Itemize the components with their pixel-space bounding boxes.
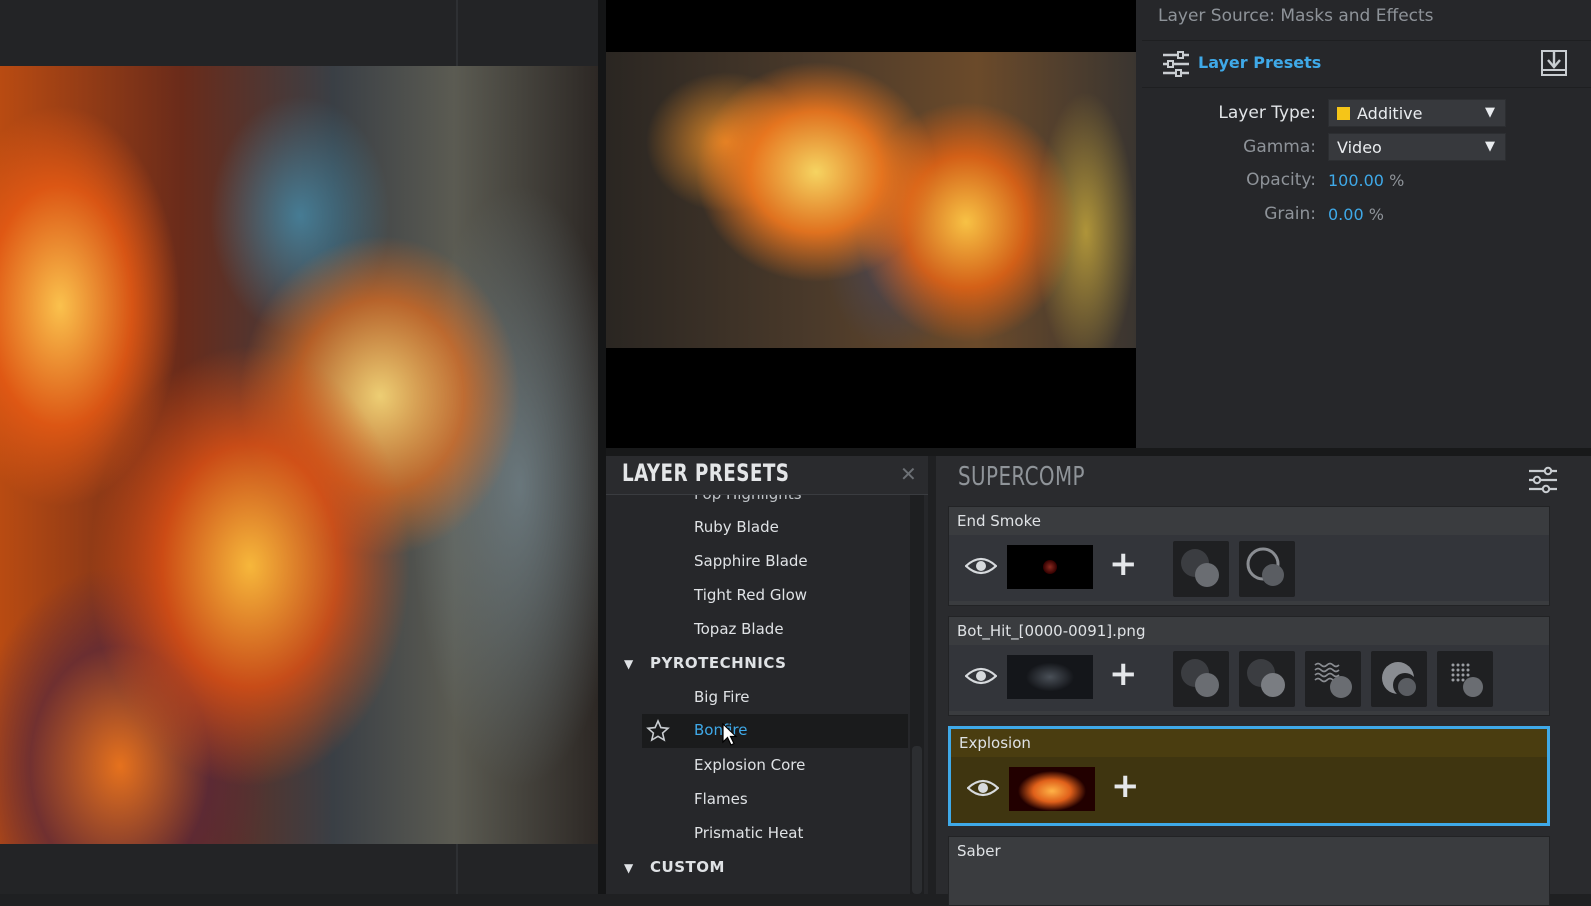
add-effect-button[interactable]: + xyxy=(1109,547,1138,581)
layer-type-value: Additive xyxy=(1357,104,1423,123)
layer-properties-panel: Layer Source: Masks and Effects Layer Pr… xyxy=(1136,0,1591,456)
layer-presets-link[interactable]: Layer Presets xyxy=(1198,53,1321,72)
sliders-icon[interactable] xyxy=(1162,51,1190,77)
comp-image-explosion xyxy=(606,52,1136,348)
layer-end-smoke[interactable]: End Smoke + xyxy=(948,506,1550,606)
list-item[interactable]: Ruby Blade xyxy=(694,518,779,536)
eye-visibility-icon[interactable] xyxy=(965,665,997,687)
grain-field[interactable]: 0.00 % xyxy=(1328,205,1384,224)
category-label: PYROTECHNICS xyxy=(650,654,787,672)
add-effect-button[interactable]: + xyxy=(1109,657,1138,691)
layer-name: Bot_Hit_[0000-0091].png xyxy=(957,622,1146,640)
horizontal-splitter[interactable] xyxy=(606,448,1591,456)
layer-type-color-swatch xyxy=(1337,107,1350,120)
effect-slot[interactable] xyxy=(1305,651,1361,707)
list-item[interactable]: Tight Red Glow xyxy=(694,586,807,604)
source-image-explosion xyxy=(0,66,606,844)
layer-name: Explosion xyxy=(959,734,1031,752)
layer-bot-hit[interactable]: Bot_Hit_[0000-0091].png + xyxy=(948,616,1550,716)
gamma-value: Video xyxy=(1337,138,1382,157)
layer-thumbnail[interactable] xyxy=(1007,655,1093,699)
list-item[interactable]: Big Fire xyxy=(694,688,750,706)
list-item[interactable]: Sapphire Blade xyxy=(694,552,808,570)
selected-item-label[interactable]: Bonfire xyxy=(694,721,748,739)
opacity-value[interactable]: 100.00 xyxy=(1328,171,1384,190)
blend-circles-icon xyxy=(1181,659,1219,697)
selected-list-row[interactable]: Bonfire xyxy=(642,714,908,748)
opacity-label: Opacity: xyxy=(1246,170,1316,190)
scrollbar-thumb[interactable] xyxy=(912,746,922,894)
grain-unit: % xyxy=(1368,205,1384,224)
source-viewer xyxy=(0,0,606,894)
collapse-triangle-icon[interactable]: ▼ xyxy=(624,861,642,875)
panel-title: SUPERCOMP xyxy=(958,462,1085,492)
dot-grid-icon xyxy=(1451,663,1483,697)
list-item[interactable]: Explosion Core xyxy=(694,756,805,774)
save-preset-icon[interactable] xyxy=(1540,49,1568,77)
layer-presets-panel: LAYER PRESETS ✕ Pop Highlights Ruby Blad… xyxy=(606,456,928,894)
category-custom[interactable]: ▼ CUSTOM xyxy=(624,858,725,876)
panel-title: Layer Source: Masks and Effects xyxy=(1158,6,1434,26)
viewer-divider xyxy=(456,0,458,66)
layer-presets-header: Layer Presets xyxy=(1142,40,1591,88)
layer-thumbnail[interactable] xyxy=(1007,545,1093,589)
opacity-field[interactable]: 100.00 % xyxy=(1328,171,1404,190)
list-item[interactable]: Pop Highlights xyxy=(694,495,802,503)
layer-saber[interactable]: Saber xyxy=(948,836,1550,906)
category-pyrotechnics[interactable]: ▼ PYROTECHNICS xyxy=(624,654,786,672)
layer-body: + xyxy=(949,535,1549,601)
effect-slot[interactable] xyxy=(1239,651,1295,707)
layer-name: End Smoke xyxy=(957,512,1041,530)
supercomp-panel: SUPERCOMP End Smoke + Bot_Hit_[0000-0091… xyxy=(936,456,1591,906)
layer-presets-header-bar: LAYER PRESETS ✕ xyxy=(606,456,928,495)
add-effect-button[interactable]: + xyxy=(1111,769,1140,803)
comp-viewer xyxy=(606,0,1136,456)
effect-slot[interactable] xyxy=(1371,651,1427,707)
list-item[interactable]: Prismatic Heat xyxy=(694,824,803,842)
ring-circles-icon xyxy=(1246,547,1284,586)
gamma-dropdown[interactable]: Video ▼ xyxy=(1328,133,1506,161)
viewer-top-bar xyxy=(0,0,606,66)
wave-texture-icon xyxy=(1314,662,1352,698)
effect-slot[interactable] xyxy=(1173,651,1229,707)
gamma-label: Gamma: xyxy=(1243,137,1316,157)
layer-body: + xyxy=(949,645,1549,711)
list-item[interactable]: Topaz Blade xyxy=(694,620,784,638)
chevron-down-icon: ▼ xyxy=(1485,105,1495,120)
chevron-down-icon: ▼ xyxy=(1485,139,1495,154)
grain-label: Grain: xyxy=(1264,204,1316,224)
panel-title: LAYER PRESETS xyxy=(622,459,790,487)
collapse-triangle-icon[interactable]: ▼ xyxy=(624,657,642,671)
effect-slot[interactable] xyxy=(1239,541,1295,597)
layer-body: + xyxy=(951,757,1547,823)
blend-circles-icon xyxy=(1181,549,1219,587)
close-icon[interactable]: ✕ xyxy=(900,462,917,486)
layer-type-dropdown[interactable]: Additive ▼ xyxy=(1328,99,1506,127)
layer-thumbnail[interactable] xyxy=(1009,767,1095,811)
viewer-divider xyxy=(456,844,458,894)
effect-slot[interactable] xyxy=(1437,651,1493,707)
layer-type-label: Layer Type: xyxy=(1218,103,1316,123)
blend-circles-icon xyxy=(1247,659,1285,697)
list-item[interactable]: Flames xyxy=(694,790,748,808)
layer-explosion[interactable]: Explosion + xyxy=(948,726,1550,826)
category-label: CUSTOM xyxy=(650,858,725,876)
opacity-unit: % xyxy=(1389,171,1405,190)
eye-visibility-icon[interactable] xyxy=(965,555,997,577)
settings-sliders-icon[interactable] xyxy=(1528,466,1558,494)
effect-slot[interactable] xyxy=(1173,541,1229,597)
vertical-splitter[interactable] xyxy=(598,0,606,894)
star-icon[interactable] xyxy=(646,719,670,743)
eye-visibility-icon[interactable] xyxy=(967,777,999,799)
layer-name: Saber xyxy=(957,842,1001,860)
mouse-cursor-icon xyxy=(722,723,738,746)
presets-list: Pop Highlights Ruby Blade Sapphire Blade… xyxy=(606,495,908,894)
grain-value[interactable]: 0.00 xyxy=(1328,205,1364,224)
viewer-bottom-bar xyxy=(0,844,606,894)
crescent-icon xyxy=(1382,662,1417,697)
